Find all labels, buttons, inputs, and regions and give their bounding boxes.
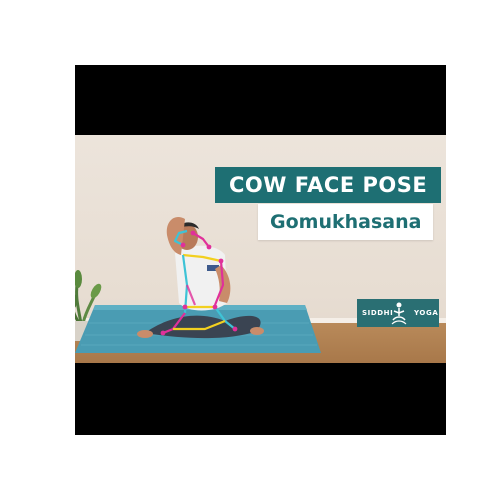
pose-subtitle: Gomukhasana [270, 211, 422, 233]
lotus-figure-icon [391, 302, 407, 325]
video-scene: COW FACE POSE Gomukhasana SIDDHI YOGA [75, 135, 446, 363]
video-frame: COW FACE POSE Gomukhasana SIDDHI YOGA [75, 65, 446, 435]
brand-logo: SIDDHI YOGA [357, 299, 439, 327]
pose-title: COW FACE POSE [229, 173, 428, 197]
pose-title-banner: COW FACE POSE [215, 167, 442, 203]
logo-text-left: SIDDHI [362, 309, 394, 317]
pose-subtitle-banner: Gomukhasana [258, 204, 434, 240]
logo-text-right: YOGA [414, 309, 439, 317]
